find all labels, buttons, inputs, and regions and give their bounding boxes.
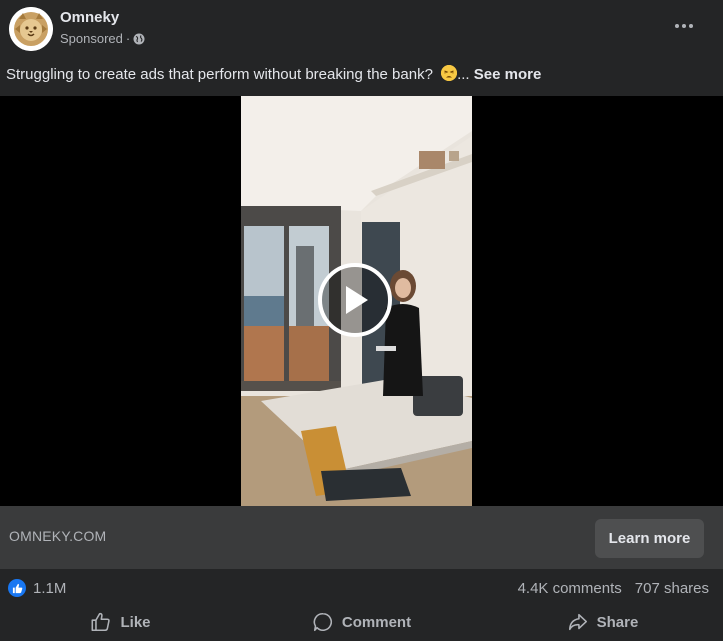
link-domain[interactable]: OMNEKY.COM xyxy=(9,528,106,544)
comments-count[interactable]: 4.4K comments xyxy=(518,580,622,597)
comment-button[interactable]: Comment xyxy=(241,607,482,641)
like-button[interactable]: Like xyxy=(0,607,241,641)
post-stats: 4.4K comments 707 shares xyxy=(518,580,709,597)
more-options-icon[interactable] xyxy=(670,14,698,38)
video-player[interactable] xyxy=(0,96,723,506)
post-header: Omneky Sponsored · xyxy=(0,0,723,62)
play-button[interactable] xyxy=(318,263,392,337)
meta-separator: · xyxy=(125,31,131,46)
tired-face-emoji-icon xyxy=(441,65,458,81)
share-label: Share xyxy=(596,613,639,631)
page-avatar[interactable] xyxy=(9,7,53,51)
sponsored-label[interactable]: Sponsored xyxy=(60,31,123,46)
page-name[interactable]: Omneky xyxy=(60,9,119,26)
globe-icon xyxy=(133,33,145,45)
learn-more-button[interactable]: Learn more xyxy=(595,519,704,558)
see-more-link[interactable]: See more xyxy=(474,66,542,83)
post-caption: Struggling to create ads that perform wi… xyxy=(6,65,541,83)
share-button[interactable]: Share xyxy=(482,607,723,641)
reaction-count[interactable]: 1.1M xyxy=(33,580,66,597)
comment-label: Comment xyxy=(341,613,412,631)
share-icon xyxy=(568,613,587,631)
thumbs-up-icon xyxy=(91,612,111,632)
lion-logo-icon xyxy=(9,7,53,51)
engagement-summary: 1.1M 4.4K comments 707 shares xyxy=(0,569,723,607)
play-icon xyxy=(346,286,368,314)
shares-count[interactable]: 707 shares xyxy=(635,580,709,597)
caption-text: Struggling to create ads that perform wi… xyxy=(6,66,433,83)
like-label: Like xyxy=(120,613,151,631)
comment-icon xyxy=(313,612,332,632)
post-meta: Sponsored · xyxy=(60,31,145,46)
like-reaction-icon xyxy=(8,579,26,597)
post-actions: Like Comment Share xyxy=(0,607,723,641)
caption-ellipsis: ... xyxy=(457,66,470,83)
link-preview-bar[interactable]: OMNEKY.COM Learn more xyxy=(0,506,723,569)
